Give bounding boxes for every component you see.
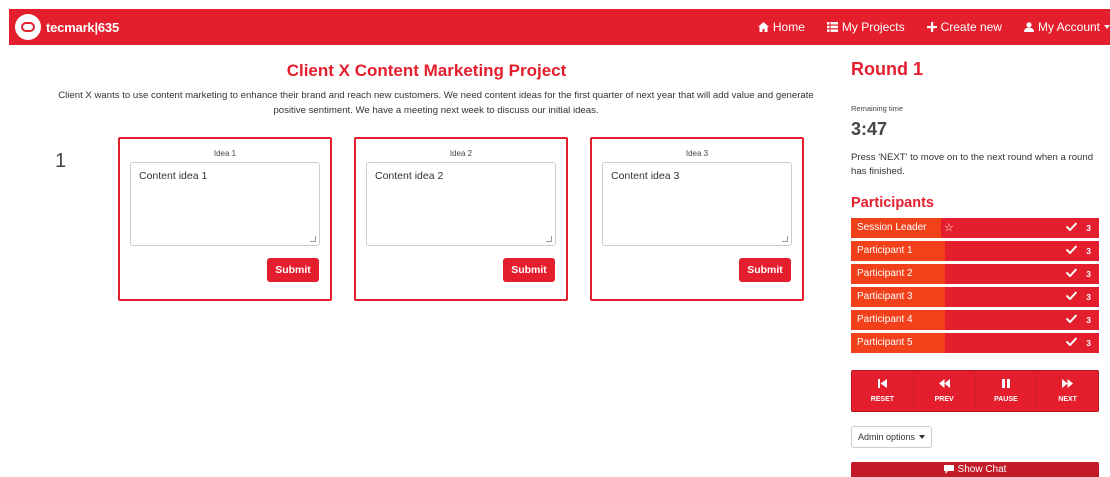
chat-icon (943, 465, 954, 474)
idea-card-2: Idea 2 Content idea 2 Submit (354, 137, 568, 301)
participants-title: Participants (851, 195, 934, 211)
admin-options-dropdown[interactable]: Admin options (851, 426, 932, 448)
participant-name: Participant 4 (851, 310, 945, 330)
idea-card-3: Idea 3 Content idea 3 Submit (590, 137, 804, 301)
user-icon (1023, 22, 1034, 32)
participant-row-3: Participant 3 3 (851, 287, 1099, 307)
participant-count: 3 (1086, 292, 1091, 302)
round-instructions: Press 'NEXT' to move on to the next roun… (851, 152, 1094, 177)
idea-text-value: Content idea 2 (375, 170, 444, 182)
check-icon (1065, 314, 1078, 326)
show-chat-button[interactable]: Show Chat (851, 462, 1099, 477)
chevron-down-icon (1104, 25, 1110, 29)
participant-name: Participant 1 (851, 241, 945, 261)
brain-logo-icon (15, 14, 41, 40)
resize-handle-icon[interactable] (782, 236, 788, 242)
participant-row-2: Participant 2 3 (851, 264, 1099, 284)
participant-row-4: Participant 4 3 (851, 310, 1099, 330)
admin-options-label: Admin options (857, 432, 916, 442)
idea-card-1: Idea 1 Content idea 1 Submit (118, 137, 332, 301)
project-title: Client X Content Marketing Project (286, 61, 567, 80)
round-title: Round 1 (851, 59, 923, 79)
nav-create-new-label: Create new (940, 20, 1002, 34)
chevron-down-icon (919, 435, 926, 439)
submit-button-2[interactable]: Submit (503, 258, 555, 282)
brand-name: tecmark|635 (46, 19, 119, 35)
check-icon (1065, 337, 1078, 349)
brand[interactable]: tecmark|635 (9, 9, 119, 45)
nav-my-projects-label: My Projects (841, 20, 905, 34)
check-icon (1065, 222, 1078, 234)
idea-label: Idea 2 (449, 149, 473, 158)
participant-name: Participant 5 (851, 333, 945, 353)
participant-count: 3 (1086, 338, 1091, 348)
idea-textarea-2[interactable]: Content idea 2 (366, 162, 556, 246)
pause-button[interactable]: PAUSE (976, 371, 1038, 411)
round-controls: RESET PREV PAUSE NEXT (851, 370, 1099, 412)
show-chat-label: Show Chat (957, 464, 1007, 475)
idea-label: Idea 1 (213, 149, 237, 158)
remaining-time-label: Remaining time (851, 104, 904, 113)
prev-button[interactable]: PREV (914, 371, 976, 411)
pause-icon (976, 379, 1037, 388)
idea-textarea-3[interactable]: Content idea 3 (602, 162, 792, 246)
plus-icon (926, 22, 937, 32)
check-icon (1065, 291, 1078, 303)
prev-label: PREV (934, 396, 954, 403)
fast-forward-icon (1037, 379, 1098, 388)
resize-handle-icon[interactable] (546, 236, 552, 242)
check-icon (1065, 268, 1078, 280)
resize-handle-icon[interactable] (310, 236, 316, 242)
participant-count: 3 (1086, 223, 1091, 233)
submit-button-3[interactable]: Submit (739, 258, 791, 282)
submit-button-1[interactable]: Submit (267, 258, 319, 282)
idea-text-value: Content idea 1 (139, 170, 208, 182)
nav-my-account[interactable]: My Account (1023, 20, 1110, 34)
participant-row-session-leader: Session Leader ☆ 3 (851, 218, 1099, 238)
pause-label: PAUSE (994, 396, 1018, 403)
reset-label: RESET (870, 396, 895, 403)
nav-home[interactable]: Home (757, 20, 805, 34)
project-description: Client X wants to use content marketing … (58, 90, 814, 116)
participant-count: 3 (1086, 315, 1091, 325)
idea-textarea-1[interactable]: Content idea 1 (130, 162, 320, 246)
row-number: 1 (55, 150, 67, 172)
participant-name: Participant 2 (851, 264, 945, 284)
nav-my-projects[interactable]: My Projects (826, 20, 905, 34)
top-navbar: tecmark|635 Home My Projects Create new … (9, 9, 1110, 45)
idea-label: Idea 3 (685, 149, 709, 158)
check-icon (1065, 245, 1078, 257)
skip-back-icon (852, 379, 913, 388)
home-icon (757, 22, 769, 32)
reset-button[interactable]: RESET (852, 371, 914, 411)
countdown-timer: 3:47 (851, 119, 888, 139)
participant-count: 3 (1086, 246, 1091, 256)
idea-text-value: Content idea 3 (611, 170, 680, 182)
participant-row-5: Participant 5 3 (851, 333, 1099, 353)
next-label: NEXT (1058, 396, 1077, 403)
nav-home-label: Home (772, 20, 805, 34)
nav-create-new[interactable]: Create new (926, 20, 1002, 34)
participant-name: Participant 3 (851, 287, 945, 307)
nav-menu: Home My Projects Create new My Account (736, 9, 1110, 45)
next-button[interactable]: NEXT (1037, 371, 1098, 411)
participant-row-1: Participant 1 3 (851, 241, 1099, 261)
rewind-icon (914, 379, 975, 388)
participant-name: Session Leader (851, 218, 941, 238)
star-icon: ☆ (944, 222, 954, 234)
nav-my-account-label: My Account (1037, 20, 1100, 34)
participant-count: 3 (1086, 269, 1091, 279)
list-icon (826, 22, 838, 32)
